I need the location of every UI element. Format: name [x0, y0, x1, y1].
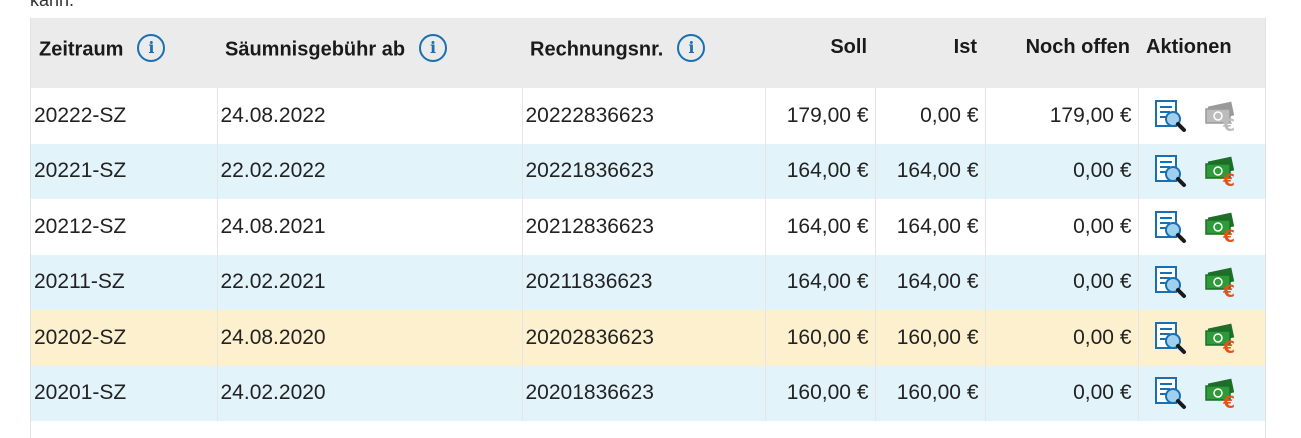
cell-aktionen: €: [1137, 365, 1265, 421]
svg-text:€: €: [1222, 393, 1235, 410]
cell-aktionen: €: [1137, 310, 1265, 366]
cell-noch-offen: 0,00 €: [984, 365, 1138, 421]
cell-zeitraum: 20201-SZ: [34, 381, 127, 405]
header-zeitraum: Zeitraum i: [31, 18, 217, 88]
cell-saeumnisgebuehr: 24.08.2021: [216, 199, 522, 255]
money-euro-icon[interactable]: €: [1203, 210, 1237, 244]
svg-text:€: €: [1222, 227, 1235, 244]
header-label: Säumnisgebühr ab: [225, 38, 406, 61]
cell-zeitraum: 20221-SZ: [34, 159, 127, 183]
header-saeumnisgebuehr: Säumnisgebühr ab i: [217, 18, 522, 88]
cell-soll: 164,00 €: [764, 143, 875, 199]
cell-rechnungsnr: 20201836623: [521, 365, 765, 421]
cell-rechnungsnr: 20211836623: [521, 254, 765, 310]
document-magnifier-icon[interactable]: [1153, 154, 1187, 188]
cell-zeitraum: 20212-SZ: [34, 214, 127, 238]
cell-ist: 160,00 €: [874, 310, 985, 366]
cell-zeitraum: 20202-SZ: [34, 325, 127, 349]
table-row: 20211-SZ 22.02.2021 20211836623 164,00 €164…: [31, 254, 1265, 310]
cell-saeumnisgebuehr: 24.08.2020: [216, 310, 522, 366]
header-soll: Soll: [830, 36, 867, 58]
svg-text:€: €: [1222, 338, 1235, 355]
cell-ist: 164,00 €: [874, 254, 985, 310]
money-euro-icon[interactable]: €: [1203, 321, 1237, 355]
cell-ist: 160,00 €: [874, 365, 985, 421]
header-rechnungsnr: Rechnungsnr. i: [522, 18, 765, 88]
header-label: Rechnungsnr.: [530, 38, 664, 61]
info-icon[interactable]: i: [419, 34, 448, 62]
table-row: 20222-SZ 24.08.2022 20222836623 179,00 €0,0…: [31, 88, 1265, 144]
cell-noch-offen: 0,00 €: [984, 254, 1138, 310]
table-row: 20201-SZ 24.02.2020 20201836623 160,00 €160…: [31, 365, 1265, 421]
cell-ist: 0,00 €: [874, 88, 985, 144]
document-magnifier-icon[interactable]: [1153, 210, 1187, 244]
money-euro-icon[interactable]: €: [1203, 154, 1237, 188]
table-header-row: Zeitraum i Säumnisgebühr ab i Rechnungsnr.…: [31, 18, 1265, 88]
table-row: 20202-SZ 24.08.2020 20202836623 160,00 €160…: [31, 310, 1265, 366]
table-row: 20212-SZ 24.08.2021 20212836623 164,00 €164…: [31, 199, 1265, 255]
cell-aktionen: €: [1137, 143, 1265, 199]
cell-saeumnisgebuehr: 24.02.2020: [216, 365, 522, 421]
cell-soll: 164,00 €: [764, 199, 875, 255]
money-euro-disabled-icon: €: [1203, 99, 1237, 133]
svg-text:€: €: [1222, 282, 1235, 299]
table-body: 20222-SZ 24.08.2022 20222836623 179,00 €0,0…: [31, 88, 1265, 421]
cell-noch-offen: 179,00 €: [984, 88, 1138, 144]
cell-soll: 160,00 €: [764, 365, 875, 421]
document-magnifier-icon[interactable]: [1153, 99, 1187, 133]
cell-noch-offen: 0,00 €: [984, 143, 1138, 199]
document-magnifier-icon[interactable]: [1153, 321, 1187, 355]
cell-noch-offen: 0,00 €: [984, 310, 1138, 366]
document-magnifier-icon[interactable]: [1153, 376, 1187, 410]
cell-zeitraum: 20222-SZ: [34, 103, 127, 127]
cell-aktionen: €: [1137, 254, 1265, 310]
cell-saeumnisgebuehr: 22.02.2021: [216, 254, 522, 310]
cell-rechnungsnr: 20212836623: [521, 199, 765, 255]
header-aktionen: Aktionen: [1146, 36, 1232, 58]
cell-rechnungsnr: 20222836623: [521, 88, 765, 144]
svg-text:€: €: [1222, 171, 1235, 188]
header-label: Zeitraum: [39, 38, 124, 61]
money-euro-icon[interactable]: €: [1203, 376, 1237, 410]
cell-aktionen: €: [1137, 199, 1265, 255]
cell-aktionen: €: [1137, 88, 1265, 144]
cell-ist: 164,00 €: [874, 143, 985, 199]
cell-saeumnisgebuehr: 24.08.2022: [216, 88, 522, 144]
cell-rechnungsnr: 20221836623: [521, 143, 765, 199]
invoice-table-container: Zeitraum i Säumnisgebühr ab i Rechnungsnr.…: [30, 18, 1266, 438]
invoice-table: Zeitraum i Säumnisgebühr ab i Rechnungsnr.…: [31, 18, 1265, 421]
info-icon[interactable]: i: [677, 34, 706, 62]
cell-saeumnisgebuehr: 22.02.2022: [216, 143, 522, 199]
info-icon[interactable]: i: [137, 34, 166, 62]
svg-text:€: €: [1222, 116, 1235, 133]
text-above-table: kann.: [30, 0, 75, 10]
cell-soll: 179,00 €: [764, 88, 875, 144]
table-row: 20221-SZ 22.02.2022 20221836623 164,00 €164…: [31, 143, 1265, 199]
cell-ist: 164,00 €: [874, 199, 985, 255]
cell-noch-offen: 0,00 €: [984, 199, 1138, 255]
header-ist: Ist: [953, 36, 977, 58]
header-noch-offen: Noch offen: [1025, 36, 1130, 58]
cell-soll: 164,00 €: [764, 254, 875, 310]
cell-soll: 160,00 €: [764, 310, 875, 366]
document-magnifier-icon[interactable]: [1153, 265, 1187, 299]
cell-rechnungsnr: 20202836623: [521, 310, 765, 366]
cell-zeitraum: 20211-SZ: [34, 270, 125, 294]
money-euro-icon[interactable]: €: [1203, 265, 1237, 299]
